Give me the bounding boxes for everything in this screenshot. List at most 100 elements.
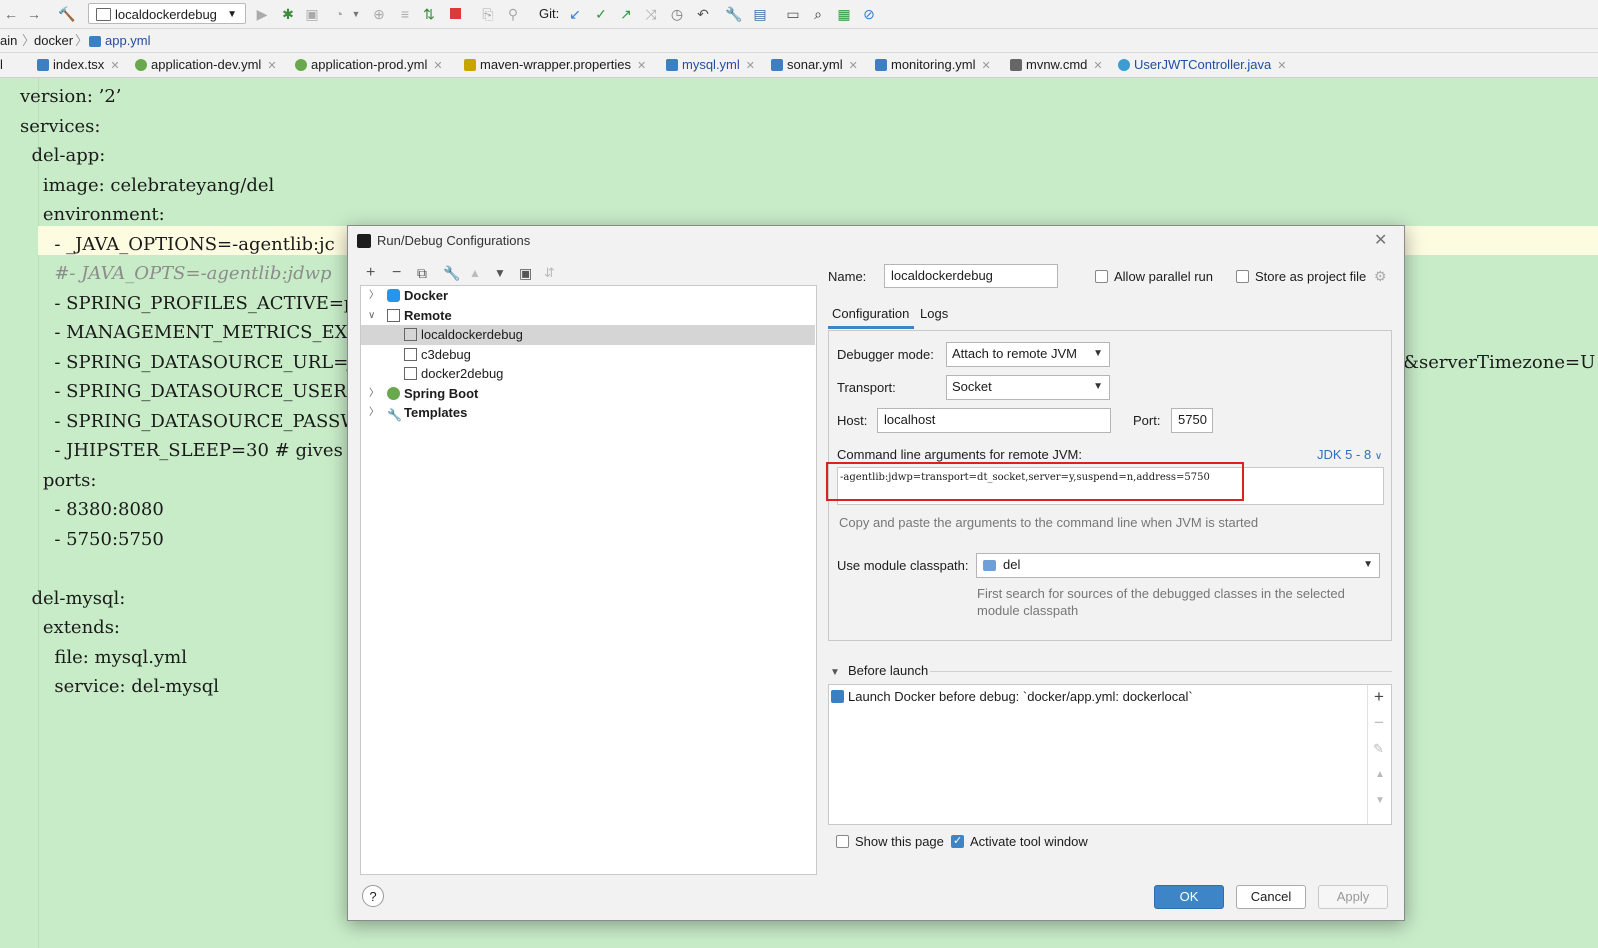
tree-node-templates[interactable]: 〉 🔧 Templates [361, 403, 815, 423]
forward-icon[interactable]: → [25, 5, 43, 23]
debugger-mode-select[interactable]: Attach to remote JVM ▼ [946, 342, 1110, 367]
chevron-down-icon: ∨ [1374, 451, 1383, 462]
terminal-icon[interactable]: ▭ [784, 5, 802, 23]
tab-logs[interactable]: Logs [916, 304, 956, 329]
move-up-icon[interactable]: ▲ [469, 265, 481, 281]
tab-file[interactable]: application-dev.yml ✕ [135, 53, 277, 77]
tree-node-remote[interactable]: ∨ Remote [361, 306, 815, 326]
jdk-version-link[interactable]: JDK 5 - 8 ∨ [1317, 447, 1382, 465]
tab-file[interactable]: mvnw.cmd ✕ [1010, 53, 1103, 77]
port-field[interactable]: 5750 [1171, 408, 1213, 433]
tree-node-localdockerdebug[interactable]: localdockerdebug [361, 325, 815, 345]
apply-button[interactable]: Apply [1318, 885, 1388, 909]
stop-icon[interactable] [446, 5, 464, 23]
build-hammer-icon[interactable]: 🔨 [58, 5, 76, 23]
gear-icon[interactable]: ⚙ [1374, 268, 1387, 284]
remove-icon[interactable]: − [392, 265, 401, 281]
tab-file[interactable]: maven-wrapper.properties ✕ [464, 53, 646, 77]
close-icon[interactable]: ✕ [1093, 60, 1102, 72]
git-push-icon[interactable]: ↗ [617, 5, 635, 23]
wrench-icon[interactable]: 🔧 [443, 265, 460, 281]
debug-bug-icon[interactable]: ✱ [279, 5, 297, 23]
git-update-icon[interactable]: ↙ [566, 5, 584, 23]
rerun-icon[interactable]: ⎘ [479, 5, 497, 23]
git-commit-icon[interactable]: ✓ [592, 5, 610, 23]
close-icon[interactable]: ✕ [982, 60, 991, 72]
ok-button[interactable]: OK [1154, 885, 1224, 909]
project-structure-icon[interactable]: ▤ [751, 5, 769, 23]
move-down-icon[interactable]: ▼ [1375, 793, 1385, 809]
wiki-icon[interactable]: ▦ [835, 5, 853, 23]
run-config-selector[interactable]: localdockerdebug ▼ [88, 3, 246, 24]
add-icon[interactable]: + [366, 265, 375, 281]
code-line: services: [20, 115, 101, 137]
profile-dropdown-icon[interactable]: ▼ [347, 5, 365, 23]
tab-file[interactable]: l [0, 53, 3, 77]
close-icon[interactable]: ✕ [267, 60, 276, 72]
store-project-checkbox[interactable] [1236, 270, 1249, 283]
remove-icon[interactable]: − [1374, 714, 1384, 731]
close-icon[interactable]: ✕ [1374, 226, 1387, 256]
module-classpath-select[interactable]: del ▼ [976, 553, 1380, 578]
close-icon[interactable]: ✕ [433, 60, 442, 72]
back-icon[interactable]: ← [2, 5, 20, 23]
profile-icon[interactable]: ◔ [330, 5, 348, 23]
config-tree[interactable]: 〉 Docker ∨ Remote localdockerdebug c3deb… [360, 285, 817, 875]
add-icon[interactable]: + [1374, 688, 1384, 705]
tab-label: application-prod.yml [311, 57, 428, 72]
git-merge-icon[interactable]: ⤨ [642, 5, 660, 23]
list-item[interactable]: Launch Docker before debug: `docker/app.… [831, 687, 1193, 707]
intellij-logo-icon [357, 234, 371, 248]
move-down-icon[interactable]: ▼ [494, 265, 506, 281]
breadcrumb-item[interactable]: docker [34, 29, 73, 52]
run-icon[interactable]: ▶ [253, 5, 271, 23]
list-icon[interactable]: ≡ [396, 5, 414, 23]
close-icon[interactable]: ✕ [110, 60, 119, 72]
chevron-right-icon: 〉 [369, 290, 379, 301]
allow-parallel-checkbox[interactable] [1095, 270, 1108, 283]
edit-pencil-icon[interactable]: ✎ [1373, 741, 1384, 757]
breadcrumb-item[interactable]: ain [0, 29, 17, 52]
search-classes-icon[interactable]: ⚲ [504, 5, 522, 23]
breadcrumb-item[interactable]: app.yml [105, 29, 151, 52]
tab-file[interactable]: sonar.yml ✕ [771, 53, 858, 77]
tab-configuration[interactable]: Configuration [828, 304, 914, 329]
search-icon[interactable]: ⌕ [809, 5, 827, 23]
no-entry-icon[interactable]: ⊘ [860, 5, 878, 23]
tab-file[interactable]: monitoring.yml ✕ [875, 53, 991, 77]
tab-file[interactable]: mysql.yml ✕ [666, 53, 755, 77]
cancel-button[interactable]: Cancel [1236, 885, 1306, 909]
name-field[interactable]: localdockerdebug [884, 264, 1058, 288]
tab-file[interactable]: index.tsx ✕ [37, 53, 120, 77]
close-icon[interactable]: ✕ [1277, 60, 1286, 72]
history-clock-icon[interactable]: ◷ [668, 5, 686, 23]
revert-icon[interactable]: ↶ [694, 5, 712, 23]
remote-config-icon [96, 8, 111, 21]
close-icon[interactable]: ✕ [746, 60, 755, 72]
show-page-label: Show this page [855, 834, 944, 849]
tab-file[interactable]: application-prod.yml ✕ [295, 53, 443, 77]
sort-icon[interactable]: ⇵ [544, 265, 555, 281]
tree-node-c3debug[interactable]: c3debug [361, 345, 815, 365]
move-up-icon[interactable]: ▲ [1375, 767, 1385, 783]
copy-icon[interactable]: ⧉ [417, 265, 427, 281]
update-app-icon[interactable]: ⇅ [420, 5, 438, 23]
chevron-down-icon: ▼ [1093, 381, 1103, 392]
close-icon[interactable]: ✕ [637, 60, 646, 72]
before-launch-items: Launch Docker before debug: `docker/app.… [829, 685, 1368, 824]
collapse-chevron-icon[interactable]: ▼ [830, 665, 840, 681]
show-page-checkbox[interactable] [836, 835, 849, 848]
attach-icon[interactable]: ⊕ [370, 5, 388, 23]
activate-tool-window-checkbox[interactable] [951, 834, 964, 848]
help-button[interactable]: ? [362, 885, 384, 907]
host-field[interactable]: localhost [877, 408, 1111, 433]
close-icon[interactable]: ✕ [849, 60, 858, 72]
tree-node-spring-boot[interactable]: 〉 Spring Boot [361, 384, 815, 404]
tab-file[interactable]: UserJWTController.java ✕ [1118, 53, 1286, 77]
settings-wrench-icon[interactable]: 🔧 [725, 5, 743, 23]
coverage-icon[interactable]: ▣ [303, 5, 321, 23]
new-folder-icon[interactable]: ▣ [519, 265, 532, 281]
transport-select[interactable]: Socket ▼ [946, 375, 1110, 400]
tree-node-docker2debug[interactable]: docker2debug [361, 364, 815, 384]
tree-node-docker[interactable]: 〉 Docker [361, 286, 815, 306]
